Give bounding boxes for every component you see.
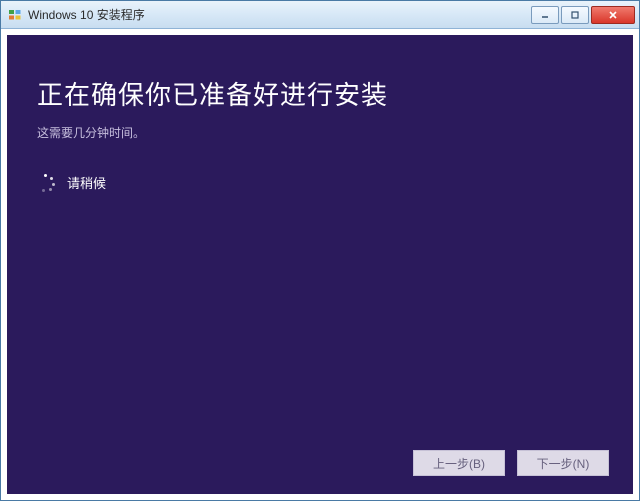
close-button[interactable] — [591, 6, 635, 24]
installer-window: Windows 10 安装程序 正在确保你已准备好进行安装 这需要几分钟时间。 … — [0, 0, 640, 501]
maximize-button[interactable] — [561, 6, 589, 24]
titlebar[interactable]: Windows 10 安装程序 — [1, 1, 639, 29]
next-button[interactable]: 下一步(N) — [517, 450, 609, 476]
app-icon — [7, 7, 23, 23]
wait-row: 请稍候 — [37, 173, 603, 192]
footer-buttons: 上一步(B) 下一步(N) — [413, 450, 609, 476]
back-button[interactable]: 上一步(B) — [413, 450, 505, 476]
spinner-icon — [37, 174, 55, 192]
window-title: Windows 10 安装程序 — [28, 6, 531, 23]
page-heading: 正在确保你已准备好进行安装 — [37, 75, 603, 112]
content-frame: 正在确保你已准备好进行安装 这需要几分钟时间。 请稍候 上一步(B) 下一步(N… — [1, 29, 639, 500]
wait-label: 请稍候 — [67, 173, 106, 192]
installer-panel: 正在确保你已准备好进行安装 这需要几分钟时间。 请稍候 上一步(B) 下一步(N… — [7, 35, 633, 494]
minimize-button[interactable] — [531, 6, 559, 24]
window-controls — [531, 6, 635, 24]
page-subtext: 这需要几分钟时间。 — [37, 124, 603, 141]
